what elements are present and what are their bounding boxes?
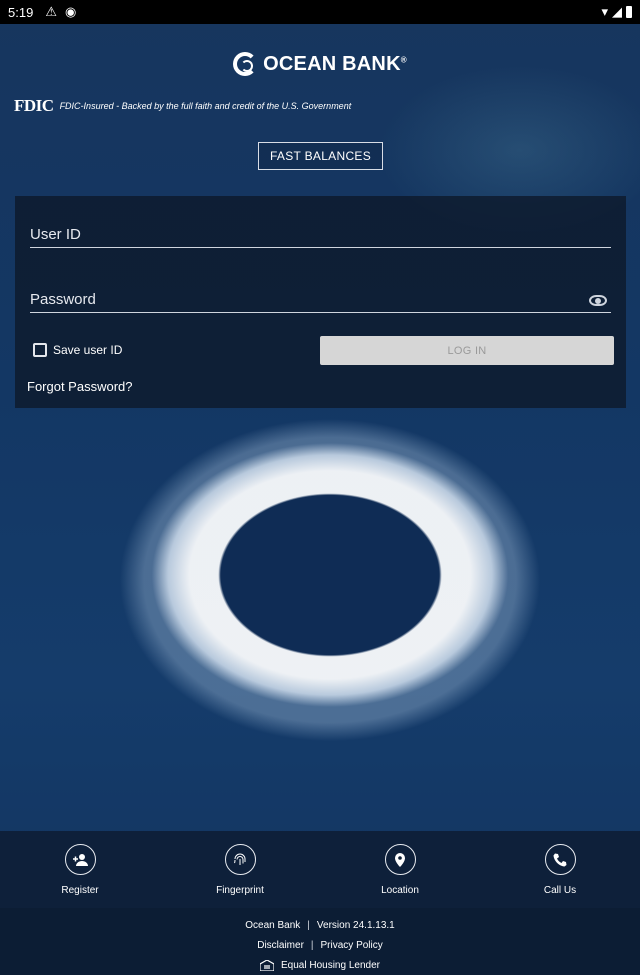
forgot-password-link[interactable]: Forgot Password?: [27, 379, 133, 394]
signal-icon: ◢: [612, 4, 622, 19]
login-button[interactable]: LOG IN: [320, 336, 614, 365]
brand-registered: ®: [400, 54, 407, 64]
battery-icon: [626, 6, 632, 18]
fingerprint-icon: [224, 844, 256, 875]
nav-location-label: Location: [381, 885, 419, 896]
status-bar: 5:19 ⚠ ◉ ▾ ◢: [0, 0, 640, 24]
bottom-nav: Register Fingerprint Location Call Us: [0, 831, 640, 908]
phone-icon: [544, 844, 576, 875]
nav-location[interactable]: Location: [320, 831, 480, 908]
sync-icon: ◉: [64, 4, 77, 19]
location-pin-icon: [384, 844, 416, 875]
add-person-icon: [64, 844, 96, 875]
user-id-field[interactable]: [30, 208, 611, 248]
ocean-bank-logo-icon: [233, 52, 258, 76]
fdic-logo: FDIC: [14, 96, 54, 115]
nav-register-label: Register: [61, 885, 99, 896]
equal-housing-icon: [260, 959, 275, 971]
equal-housing-lender-text: Equal Housing Lender: [281, 959, 380, 971]
password-field[interactable]: [30, 273, 611, 313]
ocean-bank-logo: OCEAN BANK®: [0, 52, 640, 76]
warning-icon: ⚠: [45, 4, 57, 19]
nav-fingerprint[interactable]: Fingerprint: [160, 831, 320, 908]
nav-call-us-label: Call Us: [543, 885, 577, 896]
footer: Ocean Bank | Version 24.1.13.1 Disclaime…: [0, 908, 640, 975]
fast-balances-button[interactable]: FAST BALANCES: [258, 142, 383, 170]
fdic-text: FDIC-Insured - Backed by the full faith …: [59, 101, 352, 111]
user-id-input[interactable]: [30, 226, 611, 243]
footer-version: Version 24.1.13.1: [316, 919, 395, 931]
save-user-id-checkbox[interactable]: [33, 343, 47, 357]
nav-call-us[interactable]: Call Us: [480, 831, 640, 908]
show-password-eye-icon[interactable]: [589, 295, 607, 306]
save-user-id-row[interactable]: Save user ID: [33, 343, 122, 357]
save-user-id-label: Save user ID: [53, 343, 123, 357]
status-time: 5:19: [8, 4, 34, 20]
login-panel: Save user ID LOG IN Forgot Password?: [15, 196, 626, 408]
footer-separator: |: [310, 939, 314, 951]
wifi-icon: ▾: [601, 4, 608, 19]
password-input[interactable]: [30, 291, 611, 308]
nav-fingerprint-label: Fingerprint: [216, 885, 264, 896]
brand-name: OCEAN BANK: [263, 52, 401, 75]
nav-register[interactable]: Register: [0, 831, 160, 908]
fdic-notice: FDIC FDIC-Insured - Backed by the full f…: [14, 96, 351, 116]
privacy-policy-link[interactable]: Privacy Policy: [321, 940, 383, 951]
disclaimer-link[interactable]: Disclaimer: [257, 940, 304, 951]
footer-bank-name: Ocean Bank: [245, 919, 301, 931]
footer-separator: |: [307, 919, 310, 931]
